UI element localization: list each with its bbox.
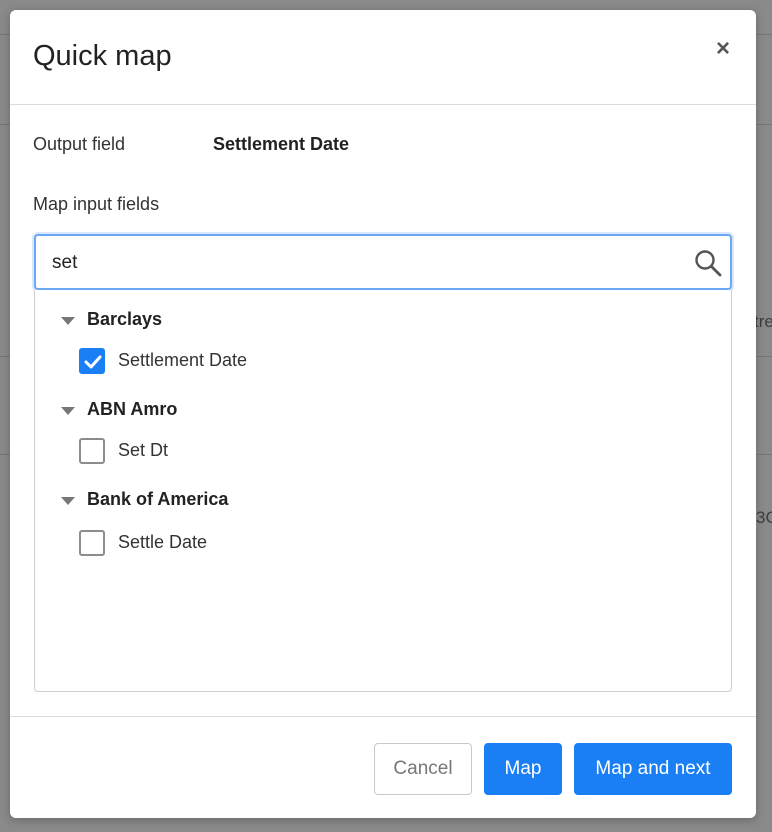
search-results-list: Barclays Settlement Date ABN Amro Set Dt — [34, 290, 732, 692]
group-name: Barclays — [87, 309, 163, 329]
map-input-fields-label: Map input fields — [33, 194, 160, 214]
output-field-label: Output field — [33, 134, 126, 154]
caret-down-icon[interactable] — [61, 497, 75, 505]
checkbox-checked[interactable] — [79, 348, 105, 374]
list-item[interactable]: Settlement Date — [35, 346, 725, 376]
cancel-button[interactable]: Cancel — [374, 743, 472, 795]
checkbox[interactable] — [79, 438, 105, 464]
background-text-fragment: tre — [754, 312, 772, 331]
result-group-barclays: Barclays — [35, 306, 725, 336]
output-field-value: Settlement Date — [213, 134, 350, 154]
search-icon[interactable] — [694, 249, 722, 277]
group-name: Bank of America — [87, 489, 229, 509]
group-header[interactable]: Barclays — [35, 306, 725, 336]
map-button[interactable]: Map — [484, 743, 562, 795]
dialog-title: Quick map — [33, 40, 172, 72]
dialog-header: Quick map × — [10, 10, 756, 105]
group-name: ABN Amro — [87, 399, 178, 419]
map-and-next-button[interactable]: Map and next — [574, 743, 732, 795]
list-item[interactable]: Set Dt — [35, 436, 725, 466]
checkbox[interactable] — [79, 530, 105, 556]
result-group-abn-amro: ABN Amro — [35, 396, 725, 426]
dialog-footer: Cancel Map Map and next — [10, 716, 756, 818]
group-header[interactable]: Bank of America — [35, 486, 725, 516]
group-header[interactable]: ABN Amro — [35, 396, 725, 426]
close-icon[interactable]: × — [712, 37, 734, 61]
caret-down-icon[interactable] — [61, 317, 75, 325]
checkmark-icon — [84, 355, 102, 369]
item-label: Set Dt — [118, 440, 169, 460]
caret-down-icon[interactable] — [61, 407, 75, 415]
quick-map-dialog: Quick map × Output field Settlement Date… — [10, 10, 756, 818]
result-group-bank-of-america: Bank of America — [35, 486, 725, 516]
search-box — [34, 234, 732, 290]
item-label: Settle Date — [118, 532, 208, 552]
background-text-fragment: 3C — [756, 508, 772, 527]
list-item[interactable]: Settle Date — [35, 528, 725, 558]
search-input[interactable] — [52, 248, 672, 278]
item-label: Settlement Date — [118, 350, 248, 370]
